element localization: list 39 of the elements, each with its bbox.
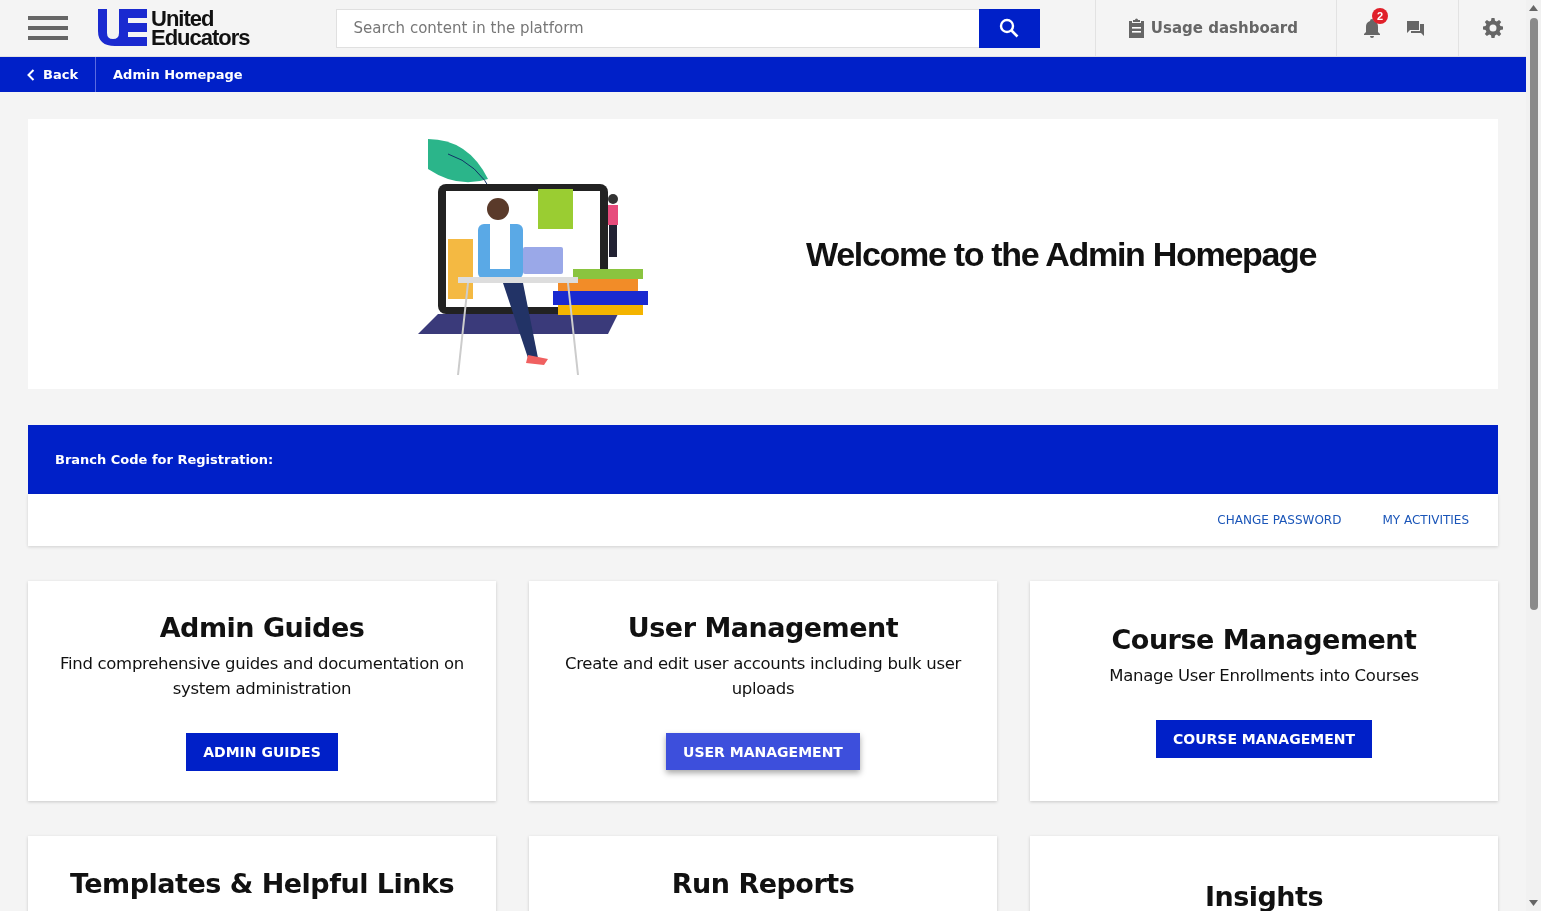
search-button[interactable] [978,8,1040,48]
notifications-button[interactable] [1363,18,1381,38]
page-title: Admin Homepage [112,66,243,84]
messages-button[interactable] [1407,20,1424,36]
menu-icon [28,15,68,41]
card-title: Templates & Helpful Links [69,868,454,899]
card-description: Manage User Enrollments into Courses [1109,665,1419,687]
card-title: Run Reports [671,868,855,899]
notification-badge: 2 [1372,8,1388,24]
account-link[interactable]: CHANGE PASSWORD [1217,513,1342,527]
scroll-down-icon[interactable] [1529,900,1538,906]
scrollbar-thumb[interactable] [1530,18,1538,610]
menu-button[interactable] [28,15,68,41]
card-button[interactable]: ADMIN GUIDES [186,732,338,771]
branch-code-label: Branch Code for Registration: [55,452,274,467]
search-field[interactable]: Search content in the platform [335,8,979,48]
search-icon [999,18,1020,38]
settings-icon [1483,18,1503,38]
chat-icon [1407,20,1424,36]
logo-text: United [151,9,214,28]
settings-button[interactable] [1483,18,1503,38]
welcome-heading: Welcome to the Admin Homepage [806,234,1317,274]
logo-icon [98,9,148,47]
scroll-up-icon[interactable] [1529,5,1538,11]
card-title: Course Management [1111,624,1417,655]
card-title: Admin Guides [159,611,365,643]
card-description: Create and edit user accounts including bulk user uploads [563,653,963,700]
clipboard-icon [1127,18,1145,38]
card-button[interactable]: COURSE MANAGEMENT [1156,720,1372,758]
usage-dashboard-button[interactable]: Usage dashboard [1095,0,1336,56]
logo-text: Educators [151,28,250,47]
bell-icon [1363,18,1381,38]
chevron-left-icon [27,68,35,81]
card-button[interactable]: USER MANAGEMENT [666,733,860,770]
card-description: Find comprehensive guides and documentation on system administration [59,652,465,700]
card-title: User Management [627,612,899,643]
card-title: Insights [1204,881,1324,911]
back-link[interactable]: Back [0,57,97,92]
account-link[interactable]: MY ACTIVITIES [1382,513,1469,527]
